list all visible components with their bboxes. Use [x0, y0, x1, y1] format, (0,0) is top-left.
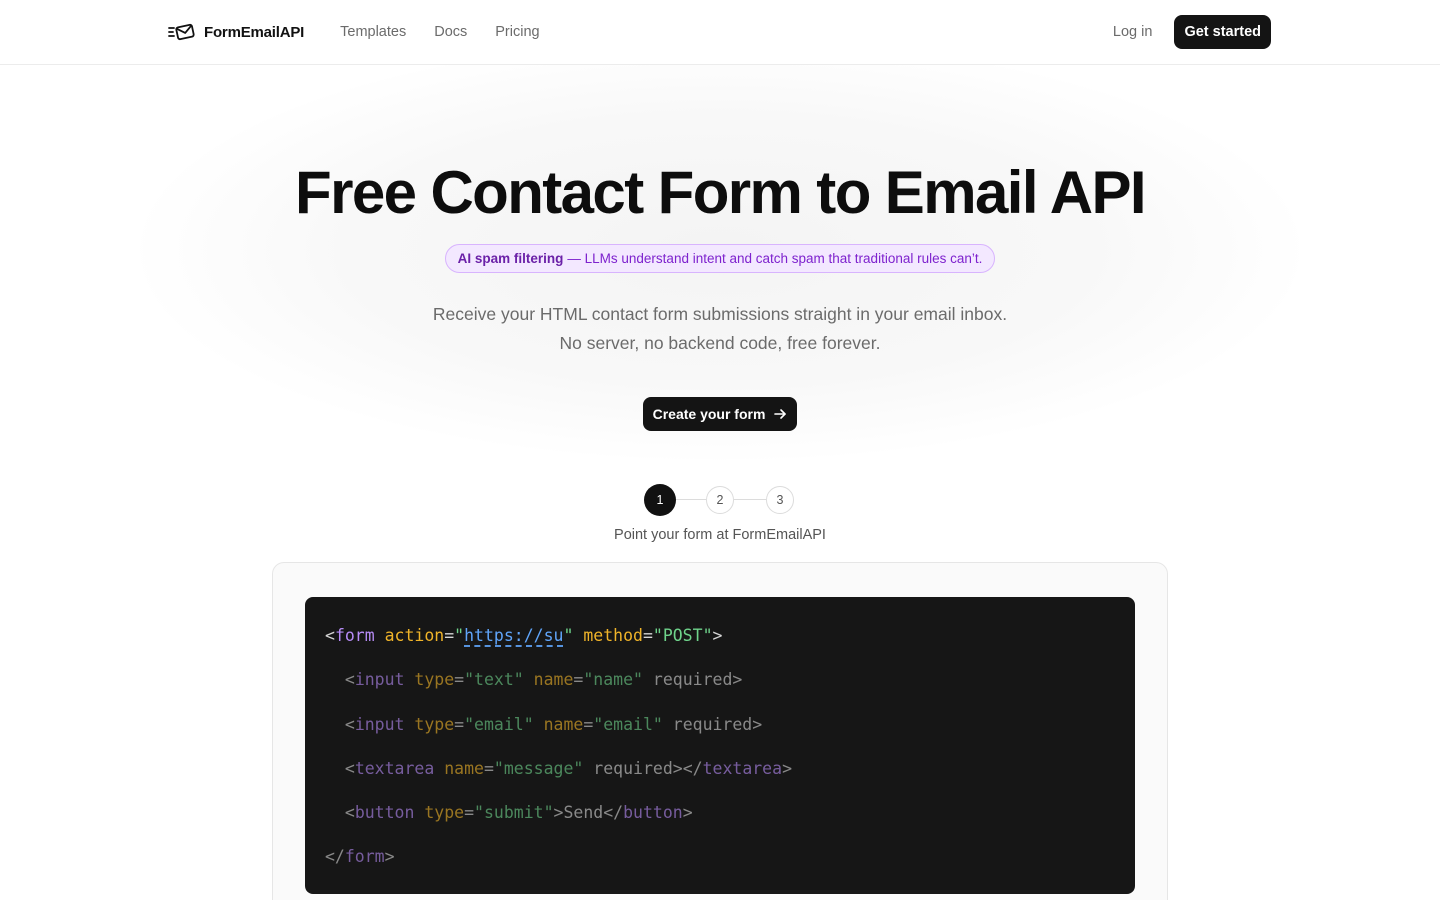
- page-title: Free Contact Form to Email API: [295, 159, 1147, 226]
- mail-send-icon: [168, 23, 195, 41]
- brand-logo[interactable]: FormEmailAPI: [168, 22, 304, 42]
- textarea-name: message: [503, 758, 574, 778]
- create-form-label: Create your form: [652, 406, 766, 422]
- step-2[interactable]: 2: [706, 486, 734, 514]
- top-nav: FormEmailAPI Templates Docs Pricing Log …: [0, 0, 1440, 65]
- step-indicator: 1 2 3: [644, 484, 796, 516]
- button-type: submit: [483, 803, 544, 823]
- badge-rest-text: — LLMs understand intent and catch spam …: [567, 251, 983, 266]
- badge-strong-text: AI spam filtering: [457, 251, 564, 266]
- nav-link-pricing[interactable]: Pricing: [495, 24, 539, 40]
- nav-inner: FormEmailAPI Templates Docs Pricing Log …: [168, 0, 1271, 64]
- code-line-input-email: <input type="email" name="email" require…: [344, 714, 763, 734]
- nav-link-docs[interactable]: Docs: [434, 24, 467, 40]
- step-connector: [734, 499, 766, 500]
- subtitle-line-1: Receive your HTML contact form submissio…: [432, 304, 1008, 324]
- step-connector: [676, 499, 706, 500]
- code-block: <form action="https://su" method="POST">…: [305, 597, 1135, 894]
- form-method: POST: [662, 626, 703, 645]
- brand-name: FormEmailAPI: [204, 23, 305, 41]
- code-line-button: <button type="submit">Send</button>: [344, 803, 693, 823]
- code-line-input-name: <input type="text" name="name" required>: [344, 670, 743, 690]
- nav-right: Log in Get started: [1113, 15, 1271, 49]
- step-1[interactable]: 1: [644, 484, 676, 516]
- input1-type: text: [474, 670, 514, 690]
- ai-spam-badge: AI spam filtering — LLMs understand inte…: [444, 244, 996, 273]
- hero-subtitle: Receive your HTML contact form submissio…: [0, 300, 1440, 358]
- code-line-form-close: </form>: [325, 847, 395, 867]
- code-line-form-open: <form action="https://su" method="POST">: [325, 626, 723, 645]
- subtitle-line-2: No server, no backend code, free forever…: [559, 333, 881, 353]
- get-started-button[interactable]: Get started: [1174, 15, 1271, 49]
- hero-section: Free Contact Form to Email API AI spam f…: [0, 65, 1440, 431]
- nav-link-templates[interactable]: Templates: [340, 24, 406, 40]
- input1-name: name: [593, 670, 634, 690]
- step-3[interactable]: 3: [766, 486, 794, 514]
- form-action-url[interactable]: https://su: [464, 626, 563, 645]
- login-link[interactable]: Log in: [1113, 24, 1153, 40]
- step-caption: Point your form at FormEmailAPI: [614, 527, 826, 543]
- arrow-right-icon: [774, 409, 787, 419]
- code-card: <form action="https://su" method="POST">…: [272, 562, 1168, 900]
- input2-type: email: [474, 714, 524, 734]
- input2-name: email: [603, 714, 653, 734]
- nav-links: Templates Docs Pricing: [340, 24, 539, 40]
- button-text: Send: [563, 803, 604, 823]
- create-form-button[interactable]: Create your form: [642, 397, 798, 431]
- code-line-textarea: <textarea name="message" required></text…: [344, 758, 792, 778]
